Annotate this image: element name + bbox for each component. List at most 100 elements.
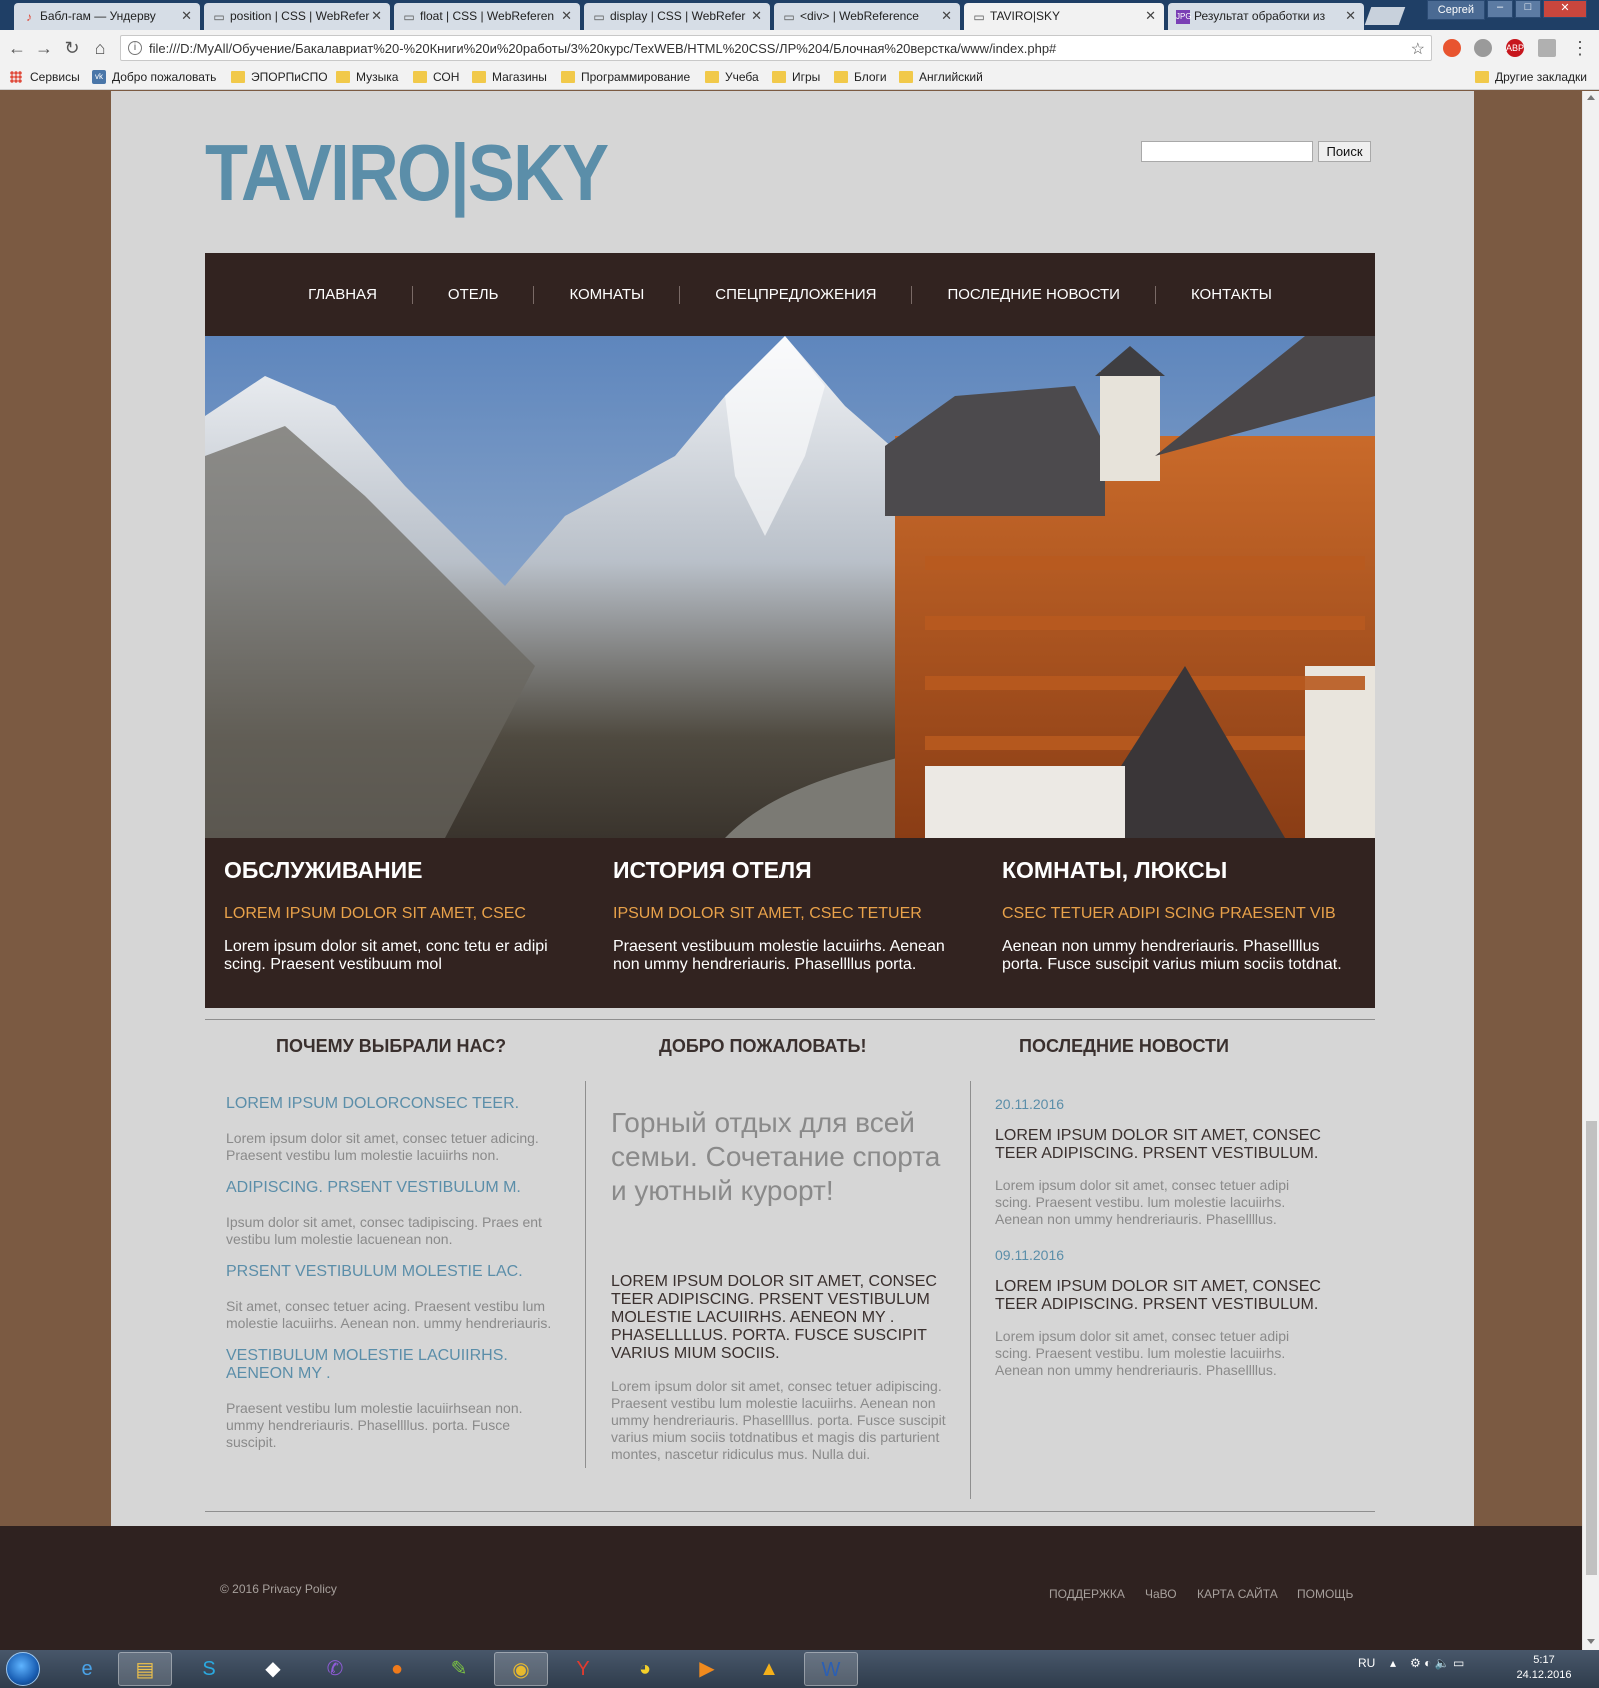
bookmark-folder[interactable]: Английский	[899, 70, 983, 84]
browser-tab[interactable]: ▭ float | CSS | WebReferen ✕	[394, 3, 580, 30]
language-indicator[interactable]: RU	[1358, 1656, 1375, 1670]
folder-icon	[772, 71, 786, 83]
why-item-title[interactable]: PRSENT VESTIBULUM MOLESTIE LAC.	[226, 1263, 556, 1281]
pacman-icon[interactable]: ◕	[618, 1652, 672, 1686]
back-icon[interactable]: ←	[7, 38, 27, 58]
music-icon: ♪	[26, 10, 32, 24]
close-tab-icon[interactable]: ✕	[561, 8, 572, 24]
news-title[interactable]: LOREM IPSUM DOLOR SIT AMET, CONSEC TEER …	[995, 1278, 1325, 1314]
new-tab-button[interactable]	[1364, 7, 1406, 25]
why-item-title[interactable]: VESTIBULUM MOLESTIE LACUIIRHS. AENEON MY…	[226, 1347, 526, 1383]
menu-dots-icon[interactable]: ⋮	[1570, 38, 1590, 58]
chrome-icon[interactable]: ◉	[494, 1652, 548, 1686]
site-logo[interactable]: TAVIRO|SKY	[205, 127, 609, 219]
minimize-icon[interactable]: –	[1487, 0, 1513, 18]
main-nav: ГЛАВНАЯ ОТЕЛЬ КОМНАТЫ СПЕЦПРЕДЛОЖЕНИЯ ПО…	[205, 253, 1375, 336]
close-tab-icon[interactable]: ✕	[1145, 8, 1156, 24]
nav-item-rooms[interactable]: КОМНАТЫ	[534, 285, 681, 304]
home-icon[interactable]: ⌂	[90, 38, 110, 58]
feature-subtitle[interactable]: LOREM IPSUM DOLOR SIT AMET, CSEC	[224, 904, 564, 924]
browser-tab[interactable]: ▭ display | CSS | WebRefer ✕	[584, 3, 770, 30]
browser-tab[interactable]: JPG Результат обработки из ✕	[1168, 3, 1364, 30]
bookmark-folder[interactable]: СОН	[413, 70, 459, 84]
why-item-title[interactable]: ADIPISCING. PRSENT VESTIBULUM M.	[226, 1179, 556, 1197]
nav-item-news[interactable]: ПОСЛЕДНИЕ НОВОСТИ	[912, 285, 1156, 304]
aimp-icon[interactable]: ▲	[742, 1652, 796, 1686]
notepad-icon[interactable]: ✎	[432, 1652, 486, 1686]
feature-subtitle[interactable]: CSEC TETUER ADIPI SCING PRAESENT VIB	[1002, 904, 1357, 924]
browser-tab[interactable]: ♪ Бабл-гам — Ундерву ✕	[14, 3, 200, 30]
other-bookmarks[interactable]: Другие закладки	[1475, 70, 1587, 84]
extension-icon[interactable]	[1538, 39, 1556, 57]
internet-explorer-icon[interactable]: e	[60, 1652, 114, 1686]
nav-item-home[interactable]: ГЛАВНАЯ	[273, 285, 413, 304]
bookmark-folder[interactable]: ЭПОРПиСПО	[231, 70, 328, 84]
close-tab-icon[interactable]: ✕	[181, 8, 192, 24]
nav-item-offers[interactable]: СПЕЦПРЕДЛОЖЕНИЯ	[680, 285, 913, 304]
yandex-icon[interactable]: Y	[556, 1652, 610, 1686]
footer-link-support[interactable]: ПОДДЕРЖКА	[1049, 1587, 1125, 1601]
browser-tab[interactable]: ▭ <div> | WebReference ✕	[774, 3, 960, 30]
word-icon[interactable]: W	[804, 1652, 858, 1686]
bookmark-folder[interactable]: Программирование	[561, 70, 690, 84]
browser-tab[interactable]: ▭ position | CSS | WebRefer ✕	[204, 3, 390, 30]
bookmark-folder[interactable]: Музыка	[336, 70, 398, 84]
copyright[interactable]: © 2016 Privacy Policy	[220, 1582, 337, 1596]
extension-icon[interactable]	[1474, 39, 1492, 57]
scroll-down-icon[interactable]	[1587, 1639, 1595, 1644]
close-window-icon[interactable]: ✕	[1543, 0, 1587, 18]
vk-icon: vk	[92, 70, 106, 84]
adblock-icon[interactable]: ABP	[1506, 39, 1524, 57]
page-scrollbar[interactable]	[1582, 91, 1599, 1650]
bookmark-item[interactable]: vk Добро пожаловать	[92, 70, 216, 84]
bookmark-folder[interactable]: Игры	[772, 70, 820, 84]
news-date[interactable]: 20.11.2016	[995, 1096, 1064, 1112]
bookmark-star-icon[interactable]: ☆	[1411, 39, 1425, 59]
close-tab-icon[interactable]: ✕	[1345, 8, 1356, 24]
bookmark-folder[interactable]: Блоги	[834, 70, 887, 84]
news-date[interactable]: 09.11.2016	[995, 1247, 1064, 1263]
bookmark-folder[interactable]: Учеба	[705, 70, 759, 84]
start-button[interactable]	[6, 1652, 40, 1686]
skype-icon[interactable]: S	[182, 1652, 236, 1686]
bookmark-apps[interactable]: Сервисы	[10, 70, 80, 84]
app-icon[interactable]: ◆	[246, 1652, 300, 1686]
feature-service: ОБСЛУЖИВАНИЕ LOREM IPSUM DOLOR SIT AMET,…	[224, 856, 564, 974]
bookmarks-bar: Сервисы vk Добро пожаловать ЭПОРПиСПО Муз…	[0, 66, 1599, 90]
close-tab-icon[interactable]: ✕	[751, 8, 762, 24]
extension-icon[interactable]	[1443, 39, 1461, 57]
viber-icon[interactable]: ✆	[308, 1652, 362, 1686]
tray-icons[interactable]: ⚙ ◐ 🔈 ▭	[1410, 1656, 1464, 1670]
user-profile-button[interactable]: Сергей	[1426, 0, 1485, 20]
news-title[interactable]: LOREM IPSUM DOLOR SIT AMET, CONSEC TEER …	[995, 1127, 1325, 1163]
feature-subtitle[interactable]: IPSUM DOLOR SIT AMET, CSEC TETUER	[613, 904, 953, 924]
info-icon[interactable]: i	[128, 41, 142, 55]
search-button[interactable]: Поиск	[1318, 141, 1371, 162]
forward-icon[interactable]: →	[34, 38, 54, 58]
system-clock[interactable]: 5:17 24.12.2016	[1514, 1653, 1574, 1683]
close-tab-icon[interactable]: ✕	[371, 8, 382, 24]
welcome-lead: LOREM IPSUM DOLOR SIT AMET, CONSEC TEER …	[611, 1273, 937, 1362]
footer-link-help[interactable]: ПОМОЩЬ	[1297, 1587, 1353, 1601]
firefox-icon[interactable]: ●	[370, 1652, 424, 1686]
scrollbar-thumb[interactable]	[1586, 1121, 1597, 1575]
file-explorer-icon[interactable]: ▤	[118, 1652, 172, 1686]
bookmark-folder[interactable]: Магазины	[472, 70, 547, 84]
why-item-text: Lorem ipsum dolor sit amet, consec tetue…	[226, 1130, 539, 1163]
search-input[interactable]	[1141, 141, 1313, 162]
reload-icon[interactable]: ↻	[62, 38, 82, 58]
footer-link-sitemap[interactable]: КАРТА САЙТА	[1197, 1587, 1278, 1601]
tray-arrow-icon[interactable]: ▴	[1390, 1656, 1396, 1670]
maximize-icon[interactable]: □	[1515, 0, 1541, 18]
scroll-up-icon[interactable]	[1587, 95, 1595, 100]
browser-tab-active[interactable]: ▭ TAVIRO|SKY ✕	[964, 3, 1164, 30]
why-heading: ПОЧЕМУ ВЫБРАЛИ НАС?	[276, 1036, 507, 1056]
media-player-icon[interactable]: ▶	[680, 1652, 734, 1686]
why-item-title[interactable]: LOREM IPSUM DOLORCONSEC TEER.	[226, 1095, 556, 1113]
footer-link-faq[interactable]: ЧаВО	[1145, 1587, 1177, 1601]
nav-item-contacts[interactable]: КОНТАКТЫ	[1156, 286, 1307, 304]
address-bar[interactable]: i file:///D:/MyAll/Обучение/Бакалавриат%…	[120, 35, 1432, 61]
close-tab-icon[interactable]: ✕	[941, 8, 952, 24]
page-icon: ▭	[783, 10, 795, 24]
nav-item-hotel[interactable]: ОТЕЛЬ	[413, 285, 535, 304]
